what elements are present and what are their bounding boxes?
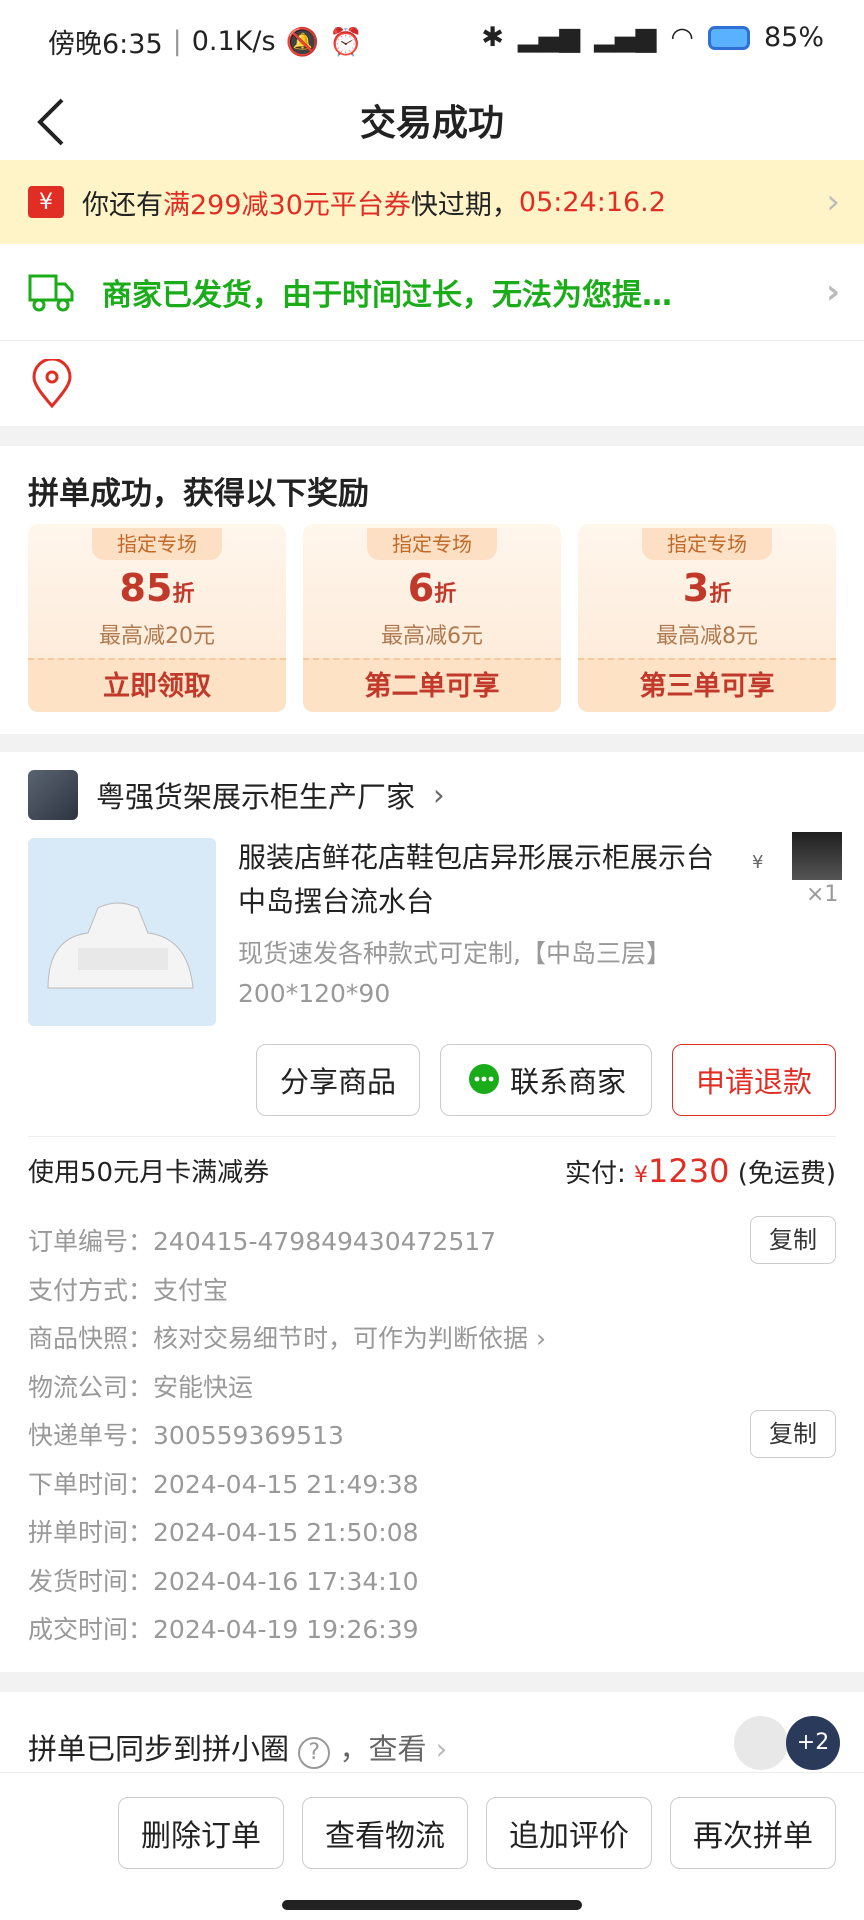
second-order-label[interactable]: 第二单可享 <box>303 658 561 712</box>
chevron-right-icon: › <box>433 778 445 812</box>
signal-icon-2: ▂▄▆ <box>594 22 657 53</box>
coupon-countdown: 05:24:16.2 <box>518 186 666 218</box>
share-button[interactable]: 分享商品 <box>256 1044 420 1116</box>
copy-tracking-number-button[interactable]: 复制 <box>750 1410 836 1458</box>
detail-row: 下单时间：2024-04-15 21:49:38 <box>28 1469 419 1499</box>
battery-level: 85% <box>763 22 824 53</box>
paid-amount: 1230 <box>648 1152 730 1190</box>
location-pin-icon <box>32 359 72 409</box>
reward-title: 拼单成功，获得以下奖励 <box>28 476 369 512</box>
payment-summary: 使用50元月卡满减券 实付: ¥1230 (免运费) <box>28 1152 836 1190</box>
coupon-used: 使用50元月卡满减券 <box>28 1158 270 1188</box>
order-card: 粤强货架展示柜生产厂家 › 服装店鲜花店鞋包店异形展示柜展示台中岛摆台流水台 现… <box>0 752 864 1672</box>
alarm-icon: ⏰ <box>329 26 363 58</box>
shop-row[interactable]: 粤强货架展示柜生产厂家 › <box>28 770 445 820</box>
detail-row: 快递单号：300559369513 复制 <box>28 1410 836 1465</box>
wifi-icon: ◠ <box>670 22 694 53</box>
help-icon[interactable]: ? <box>298 1737 331 1769</box>
order-details: 订单编号：240415-479849430472517 复制 支付方式：支付宝 商… <box>28 1216 836 1659</box>
signal-icon: ▂▄▆ <box>517 22 581 53</box>
delete-order-button[interactable]: 删除订单 <box>118 1797 284 1869</box>
rebuy-button[interactable]: 再次拼单 <box>670 1797 836 1869</box>
detail-row: 订单编号：240415-479849430472517 复制 <box>28 1216 836 1271</box>
claim-button[interactable]: 立即领取 <box>28 658 286 712</box>
avatar-more-count: +2 <box>786 1716 840 1770</box>
yuan-icon: ¥ <box>28 186 64 218</box>
nav-bar: 交易成功 <box>0 80 864 160</box>
chevron-right-icon: › <box>426 1732 448 1766</box>
reward-card[interactable]: 指定专场 3折 最高减8元 第三单可享 <box>578 524 836 712</box>
home-indicator[interactable] <box>282 1900 582 1910</box>
price-symbol: ¥ <box>752 852 764 873</box>
network-speed: 0.1K/s <box>191 26 276 57</box>
battery-icon <box>707 25 750 50</box>
reward-section: 拼单成功，获得以下奖励 指定专场 85折 最高减20元 立即领取 指定专场 6折… <box>0 446 864 734</box>
mute-icon: 🔕 <box>285 26 320 58</box>
order-actions: 分享商品 联系商家 申请退款 <box>0 1044 864 1118</box>
add-review-button[interactable]: 追加评价 <box>486 1797 652 1869</box>
status-time: 傍晚6:35 <box>48 29 163 60</box>
truck-icon <box>28 274 74 312</box>
avatar <box>734 1716 788 1770</box>
reward-card[interactable]: 指定专场 85折 最高减20元 立即领取 <box>28 524 286 712</box>
view-logistics-button[interactable]: 查看物流 <box>302 1797 468 1869</box>
status-bar: 傍晚6:35 | 0.1K/s 🔕 ⏰ ✱ ▂▄▆ ▂▄▆ ◠ 85% <box>0 0 864 80</box>
contact-seller-button[interactable]: 联系商家 <box>440 1044 652 1116</box>
product-quantity: ×1 <box>806 882 839 907</box>
detail-row: 成交时间：2024-04-19 19:26:39 <box>28 1615 419 1644</box>
product-title[interactable]: 服装店鲜花店鞋包店异形展示柜展示台中岛摆台流水台 <box>238 836 738 924</box>
divider <box>28 1136 836 1137</box>
product-thumbnail <box>792 832 842 880</box>
product-image[interactable] <box>28 838 216 1026</box>
detail-row: 支付方式：支付宝 <box>28 1275 229 1305</box>
shop-logo <box>28 770 78 820</box>
chevron-right-icon: › <box>826 182 840 222</box>
page-title: 交易成功 <box>359 103 504 144</box>
detail-row: 发货时间：2024-04-16 17:34:10 <box>28 1566 419 1596</box>
snapshot-row[interactable]: 商品快照：核对交易细节时，可作为判断依据 › <box>28 1319 836 1368</box>
detail-row: 拼单时间：2024-04-15 21:50:08 <box>28 1518 419 1547</box>
copy-order-number-button[interactable]: 复制 <box>750 1216 836 1264</box>
refund-button[interactable]: 申请退款 <box>672 1044 836 1116</box>
shipping-text: 商家已发货，由于时间过长，无法为您提… <box>102 278 672 313</box>
detail-row: 物流公司：安能快运 <box>28 1372 254 1402</box>
reward-card[interactable]: 指定专场 6折 最高减6元 第二单可享 <box>303 524 561 712</box>
shipping-status[interactable]: 商家已发货，由于时间过长，无法为您提… › <box>0 244 864 340</box>
address-row[interactable] <box>0 340 864 426</box>
chat-icon <box>468 1064 499 1094</box>
product-spec: 现货速发各种款式可定制,【中岛三层】200*120*90 <box>238 939 671 1008</box>
chevron-right-icon: › <box>528 1324 546 1353</box>
coupon-banner[interactable]: ¥ 你还有 满299减30元平台券 快过期， 05:24:16.2 › <box>0 160 864 244</box>
third-order-label[interactable]: 第三单可享 <box>578 658 836 712</box>
bluetooth-icon: ✱ <box>481 22 504 53</box>
chevron-right-icon: › <box>825 272 840 312</box>
coupon-highlight: 满299减30元平台券 <box>163 189 411 221</box>
bottom-action-bar: 删除订单 查看物流 追加评价 再次拼单 <box>0 1772 864 1920</box>
shop-name: 粤强货架展示柜生产厂家 <box>96 780 416 814</box>
